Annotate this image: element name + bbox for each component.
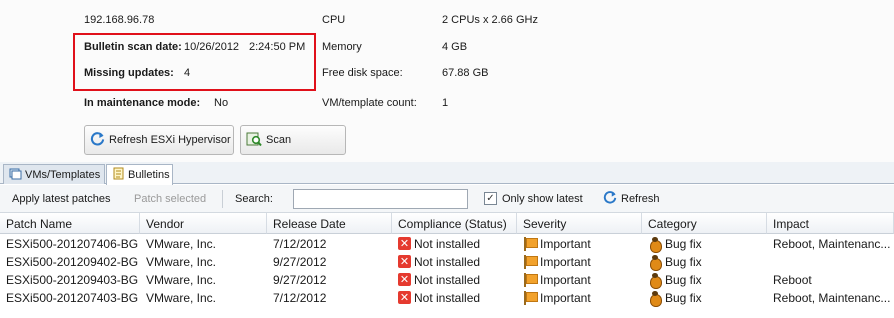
- cell-category: Bug fix: [642, 235, 767, 253]
- refresh-esxi-button[interactable]: Refresh ESXi Hypervisor: [84, 125, 234, 155]
- search-label: Search:: [235, 193, 273, 205]
- cpu-value: 2 CPUs x 2.66 GHz: [442, 14, 538, 26]
- cell-category: Bug fix: [642, 253, 767, 271]
- bulletins-toolbar: Apply latest patches Patch selected Sear…: [0, 185, 894, 213]
- flag-icon: [523, 273, 538, 287]
- cell-vendor: VMware, Inc.: [146, 291, 217, 305]
- free-disk-label: Free disk space:: [322, 67, 403, 79]
- cell-severity: Important: [517, 289, 642, 307]
- cell-severity: Important: [517, 253, 642, 271]
- toolbar-divider: [222, 190, 223, 208]
- compliance-text: Not installed: [414, 255, 481, 269]
- column-header-compliance[interactable]: Compliance (Status): [392, 213, 517, 234]
- vm-count-value: 1: [442, 97, 449, 109]
- refresh-esxi-label: Refresh ESXi Hypervisor: [109, 134, 231, 146]
- bug-icon: [648, 291, 662, 307]
- cell-compliance: ✕ Not installed: [392, 253, 517, 271]
- compliance-text: Not installed: [414, 273, 481, 287]
- flag-icon: [523, 255, 538, 269]
- maintenance-value: No: [214, 97, 229, 109]
- not-installed-icon: ✕: [398, 273, 411, 286]
- patch-selected-button[interactable]: Patch selected: [134, 192, 206, 206]
- cell-impact: Reboot, Maintenanc...: [773, 237, 891, 251]
- cell-impact: [767, 253, 894, 271]
- search-input[interactable]: [293, 189, 468, 209]
- category-text: Bug fix: [665, 255, 702, 269]
- cell-patch-name: ESXi500-201209402-BG: [6, 255, 139, 269]
- cell-compliance: ✕ Not installed: [392, 235, 517, 253]
- scan-button[interactable]: Scan: [240, 125, 346, 155]
- column-header-severity[interactable]: Severity: [517, 213, 642, 234]
- cell-release-date: 9/27/2012: [273, 273, 327, 287]
- toolbar-refresh-button[interactable]: Refresh: [603, 190, 660, 208]
- host-ip: 192.168.96.78: [84, 14, 155, 26]
- severity-text: Important: [540, 255, 591, 269]
- only-show-latest-checkbox[interactable]: ✓: [484, 192, 497, 205]
- column-header-release-date[interactable]: Release Date: [267, 213, 392, 234]
- severity-text: Important: [540, 273, 591, 287]
- apply-latest-patches-button[interactable]: Apply latest patches: [12, 192, 110, 206]
- column-header-patch-name[interactable]: Patch Name: [0, 213, 140, 234]
- not-installed-icon: ✕: [398, 237, 411, 250]
- cell-severity: Important: [517, 235, 642, 253]
- memory-value: 4 GB: [442, 41, 468, 53]
- column-header-category[interactable]: Category: [642, 213, 767, 234]
- bug-icon: [648, 273, 662, 289]
- tab-bulletins-label: Bulletins: [128, 169, 170, 181]
- severity-text: Important: [540, 237, 591, 251]
- toolbar-refresh-label: Refresh: [621, 193, 660, 205]
- column-header-vendor[interactable]: Vendor: [140, 213, 267, 234]
- category-text: Bug fix: [665, 291, 702, 305]
- cell-category: Bug fix: [642, 271, 767, 289]
- not-installed-icon: ✕: [398, 255, 411, 268]
- cell-patch-name: ESXi500-201209403-BG: [6, 273, 139, 287]
- cell-compliance: ✕ Not installed: [392, 271, 517, 289]
- scan-label: Scan: [266, 134, 292, 146]
- severity-text: Important: [540, 291, 591, 305]
- scan-icon: [246, 131, 262, 150]
- cell-severity: Important: [517, 271, 642, 289]
- vm-count-label: VM/template count:: [322, 97, 417, 109]
- tab-strip: VMs/Templates Bulletins: [0, 162, 894, 185]
- maintenance-label: In maintenance mode:: [84, 97, 201, 109]
- bug-icon: [648, 255, 662, 271]
- bug-icon: [648, 237, 662, 253]
- bulletin-icon: [112, 167, 125, 183]
- vm-icon: [9, 167, 22, 183]
- free-disk-value: 67.88 GB: [442, 67, 489, 79]
- compliance-text: Not installed: [414, 291, 481, 305]
- flag-icon: [523, 291, 538, 305]
- cell-release-date: 7/12/2012: [273, 291, 327, 305]
- cell-compliance: ✕ Not installed: [392, 289, 517, 307]
- tab-vms-templates[interactable]: VMs/Templates: [3, 164, 105, 184]
- cell-patch-name: ESXi500-201207406-BG: [6, 237, 139, 251]
- category-text: Bug fix: [665, 273, 702, 287]
- category-text: Bug fix: [665, 237, 702, 251]
- cell-release-date: 9/27/2012: [273, 255, 327, 269]
- memory-label: Memory: [322, 41, 362, 53]
- refresh-icon: [90, 131, 105, 149]
- compliance-text: Not installed: [414, 237, 481, 251]
- host-info-panel: 192.168.96.78 Bulletin scan date: 10/26/…: [0, 0, 894, 162]
- column-header-impact[interactable]: Impact: [767, 213, 894, 234]
- cell-category: Bug fix: [642, 289, 767, 307]
- cell-vendor: VMware, Inc.: [146, 237, 217, 251]
- cell-patch-name: ESXi500-201207403-BG: [6, 291, 139, 305]
- tab-bulletins[interactable]: Bulletins: [106, 164, 173, 185]
- cell-vendor: VMware, Inc.: [146, 255, 217, 269]
- cpu-label: CPU: [322, 14, 346, 26]
- tab-vms-templates-label: VMs/Templates: [25, 168, 101, 181]
- cell-impact: Reboot, Maintenanc...: [773, 291, 891, 305]
- refresh-icon: [603, 190, 617, 208]
- cell-vendor: VMware, Inc.: [146, 273, 217, 287]
- flag-icon: [523, 237, 538, 251]
- only-show-latest-label: Only show latest: [502, 193, 583, 205]
- cell-release-date: 7/12/2012: [273, 237, 327, 251]
- not-installed-icon: ✕: [398, 291, 411, 304]
- highlight-box: [73, 33, 316, 91]
- cell-impact: Reboot: [773, 273, 812, 287]
